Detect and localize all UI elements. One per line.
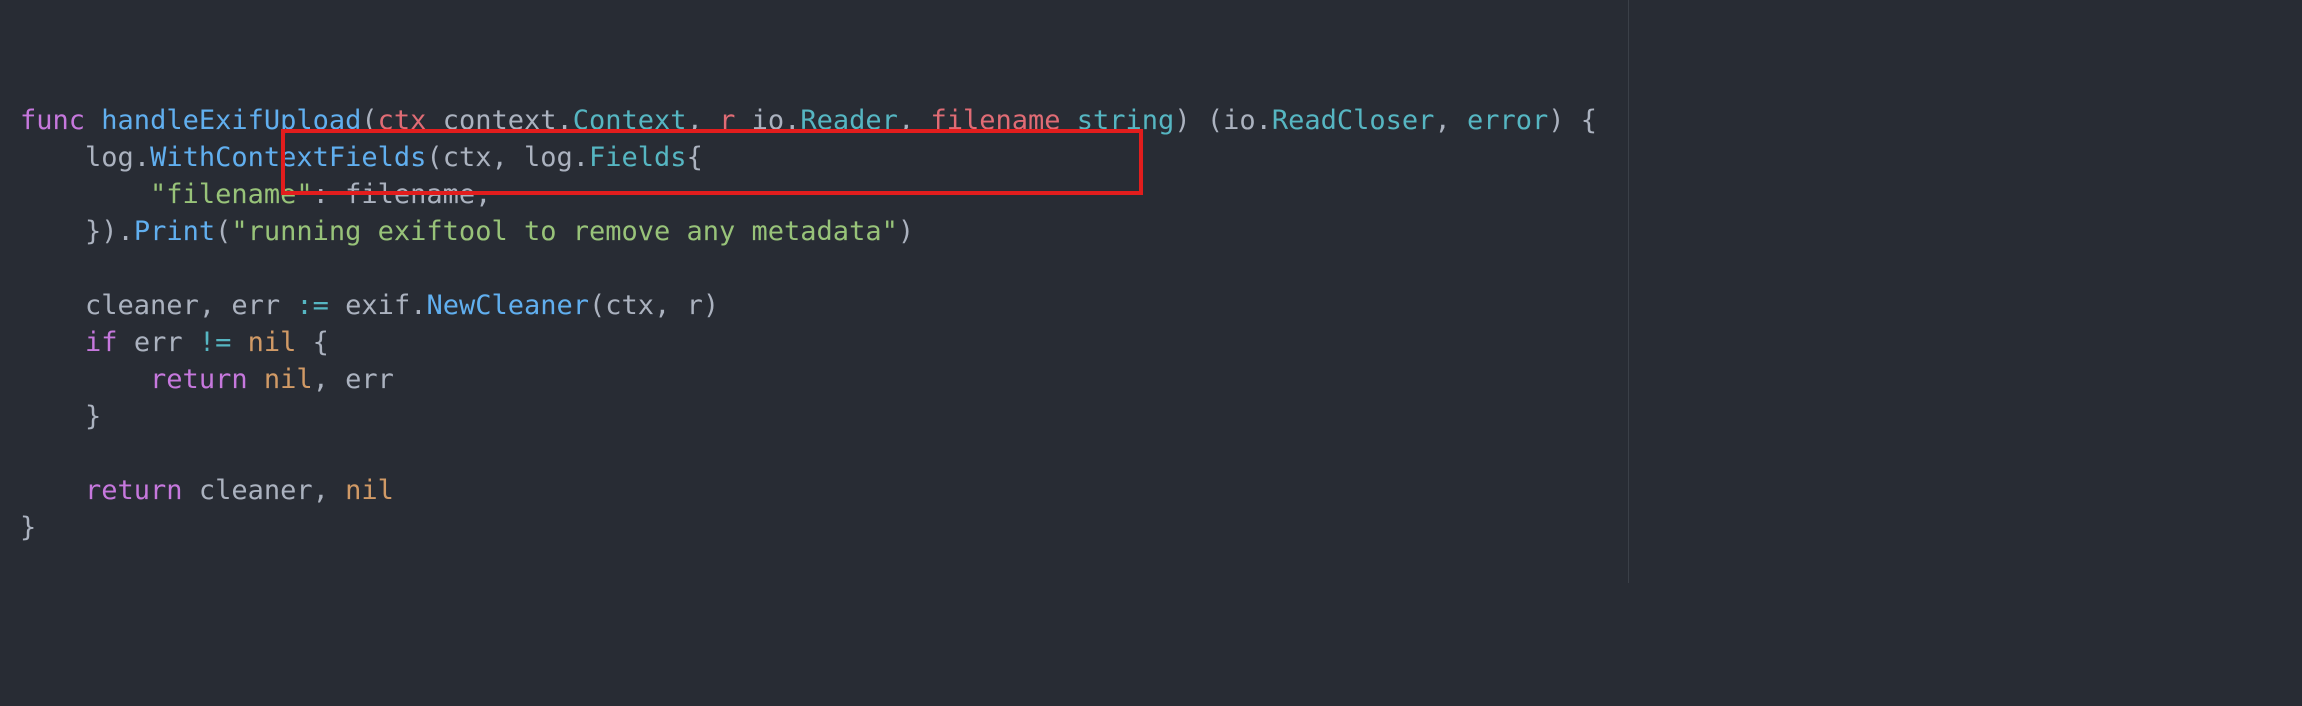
string-message: "running exiftool to remove any metadata… <box>231 216 897 247</box>
param-ctx: ctx <box>378 105 427 136</box>
keyword-if: if <box>85 327 118 358</box>
comma: , <box>475 179 491 210</box>
method-print: Print <box>134 216 215 247</box>
pkg-context: context <box>443 105 557 136</box>
recv-log: log <box>85 142 134 173</box>
indent <box>20 216 85 247</box>
blank-line <box>20 253 36 284</box>
var-err: err <box>231 290 280 321</box>
indent <box>20 142 85 173</box>
keyword-func: func <box>20 105 85 136</box>
type-string: string <box>1077 105 1175 136</box>
map-val-filename: filename <box>345 179 475 210</box>
nil-literal: nil <box>248 327 297 358</box>
indent <box>20 401 85 432</box>
var-err3: err <box>345 364 394 395</box>
paren: ) <box>898 216 914 247</box>
type-context: Context <box>573 105 687 136</box>
func-name: handleExifUpload <box>101 105 361 136</box>
type-reader: Reader <box>800 105 898 136</box>
pkg-exif: exif <box>345 290 410 321</box>
var-cleaner: cleaner <box>85 290 199 321</box>
type-readcloser: ReadCloser <box>1272 105 1435 136</box>
short-decl: := <box>296 290 329 321</box>
indent <box>20 475 85 506</box>
param-filename: filename <box>930 105 1060 136</box>
paren: ) <box>703 290 719 321</box>
pkg-io: io <box>1223 105 1256 136</box>
keyword-return: return <box>85 475 183 506</box>
space <box>85 105 101 136</box>
method-withcontextfields: WithContextFields <box>150 142 426 173</box>
arg-r: r <box>687 290 703 321</box>
paren: ( <box>361 105 377 136</box>
colon: : <box>313 179 346 210</box>
dot: . <box>557 105 573 136</box>
recv-log2: log <box>524 142 573 173</box>
brace: } <box>20 512 36 543</box>
pkg-io: io <box>752 105 785 136</box>
type-fields: Fields <box>589 142 687 173</box>
indent <box>20 179 150 210</box>
indent <box>20 327 85 358</box>
indent <box>20 290 85 321</box>
comma: , <box>687 105 720 136</box>
var-err2: err <box>134 327 183 358</box>
paren: ) ( <box>1174 105 1223 136</box>
param-r: r <box>719 105 735 136</box>
map-key-filename: "filename" <box>150 179 313 210</box>
op-neq: != <box>199 327 232 358</box>
dot: . <box>784 105 800 136</box>
ruler-guide <box>1628 0 1629 583</box>
comma: , <box>898 105 931 136</box>
type-error: error <box>1467 105 1548 136</box>
var-cleaner2: cleaner <box>199 475 313 506</box>
paren-brace: ) { <box>1548 105 1597 136</box>
nil-literal: nil <box>264 364 313 395</box>
brace: { <box>687 142 703 173</box>
indent <box>20 364 150 395</box>
blank-line <box>20 438 36 469</box>
arg-ctx2: ctx <box>605 290 654 321</box>
nil-literal: nil <box>345 475 394 506</box>
brace: } <box>85 401 101 432</box>
paren: ( <box>215 216 231 247</box>
keyword-return: return <box>150 364 248 395</box>
brace: { <box>296 327 329 358</box>
brace-paren: }). <box>85 216 134 247</box>
code-editor[interactable]: func handleExifUpload(ctx context.Contex… <box>0 0 2302 583</box>
func-newcleaner: NewCleaner <box>426 290 589 321</box>
arg-ctx: ctx <box>443 142 492 173</box>
